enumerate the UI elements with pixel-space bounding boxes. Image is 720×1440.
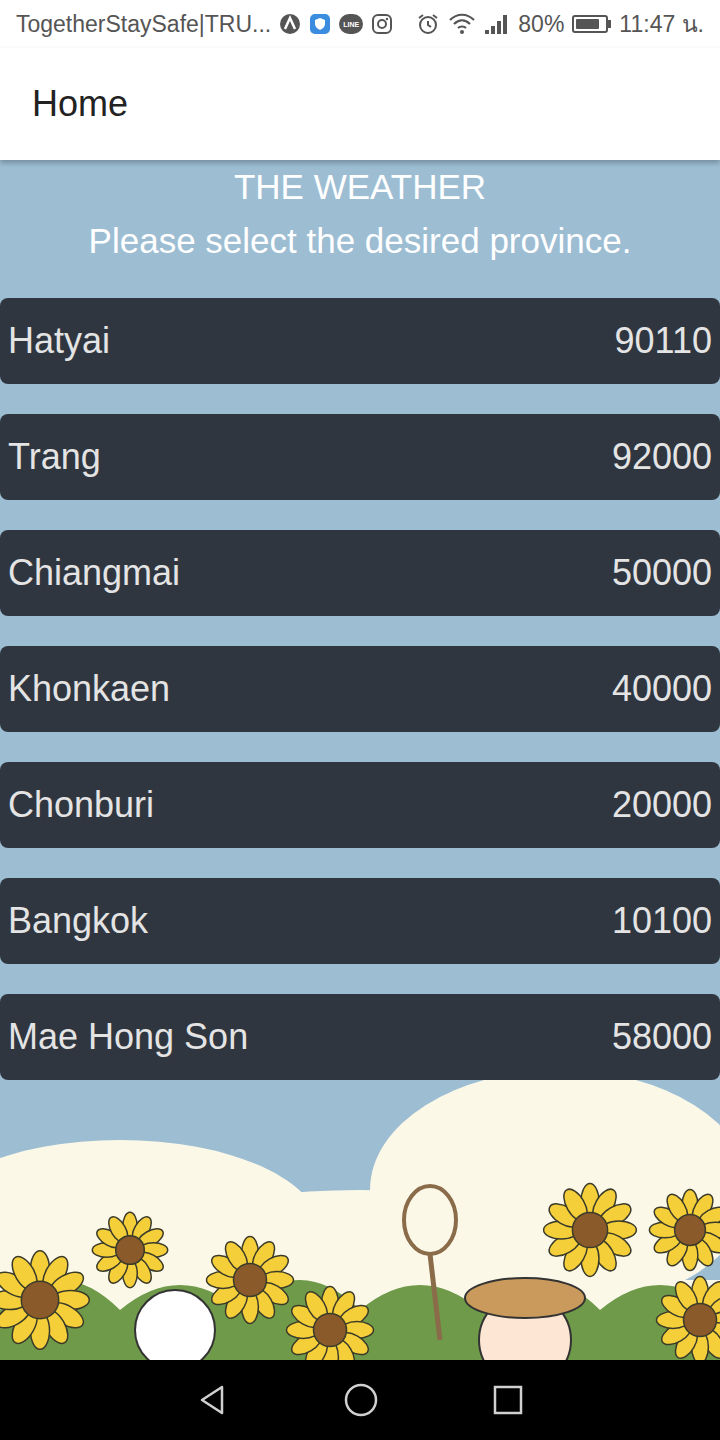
battery-icon	[572, 15, 611, 33]
signal-icon	[484, 13, 510, 35]
province-code: 92000	[612, 430, 712, 484]
app-bar-title: Home	[32, 77, 128, 131]
page-subtitle: Please select the desired province.	[0, 214, 720, 268]
sunflower	[287, 1287, 374, 1361]
sunflower	[0, 1251, 89, 1350]
province-row[interactable]: Trang 92000	[0, 414, 720, 500]
province-name: Bangkok	[8, 894, 148, 948]
province-row[interactable]: Khonkaen 40000	[0, 646, 720, 732]
province-code: 58000	[612, 1010, 712, 1064]
clock: 11:47 น.	[619, 7, 704, 42]
province-name: Khonkaen	[8, 662, 170, 716]
province-row[interactable]: Chonburi 20000	[0, 762, 720, 848]
province-row[interactable]: Mae Hong Son 58000	[0, 994, 720, 1080]
app-a-icon	[279, 13, 301, 35]
province-code: 50000	[612, 546, 712, 600]
weather-page: THE WEATHERPlease select the desired pro…	[0, 160, 720, 1360]
sunflower	[657, 1277, 720, 1361]
back-icon[interactable]	[196, 1383, 230, 1417]
line-icon: LINE	[339, 14, 363, 34]
province-name: Mae Hong Son	[8, 1010, 248, 1064]
alarm-icon	[416, 12, 440, 36]
recents-icon[interactable]	[492, 1384, 524, 1416]
battery-percent: 80%	[518, 7, 564, 42]
sunflower	[544, 1184, 637, 1277]
status-bar: TogetherStaySafe|TRU... LINE 80% 11:47 น.	[0, 0, 720, 48]
sunflower	[649, 1189, 720, 1270]
page-header: THE WEATHERPlease select the desired pro…	[0, 160, 720, 268]
home-icon[interactable]	[343, 1382, 379, 1418]
navigation-bar	[0, 1360, 720, 1440]
province-row[interactable]: Hatyai 90110	[0, 298, 720, 384]
province-list: Hatyai 90110 Trang 92000 Chiangmai 50000 Khonk…	[0, 298, 720, 1080]
phone-screen: TogetherStaySafe|TRU... LINE 80% 11:47 น. Ho…	[0, 0, 720, 1440]
province-code: 40000	[612, 662, 712, 716]
province-row[interactable]: Bangkok 10100	[0, 878, 720, 964]
province-name: Hatyai	[8, 314, 110, 368]
shield-icon	[309, 13, 331, 35]
province-row[interactable]: Chiangmai 50000	[0, 530, 720, 616]
wifi-icon	[448, 12, 476, 36]
instagram-icon	[371, 13, 393, 35]
illustration	[0, 1080, 720, 1360]
province-name: Chiangmai	[8, 546, 180, 600]
province-code: 20000	[612, 778, 712, 832]
sunflower	[92, 1212, 167, 1287]
page-title: THE WEATHER	[0, 160, 720, 214]
sunflower	[207, 1237, 294, 1324]
app-bar: Home	[0, 48, 720, 160]
province-name: Chonburi	[8, 778, 154, 832]
notification-text: TogetherStaySafe|TRU...	[16, 7, 271, 42]
province-name: Trang	[8, 430, 101, 484]
province-code: 90110	[615, 314, 712, 368]
province-code: 10100	[612, 894, 712, 948]
